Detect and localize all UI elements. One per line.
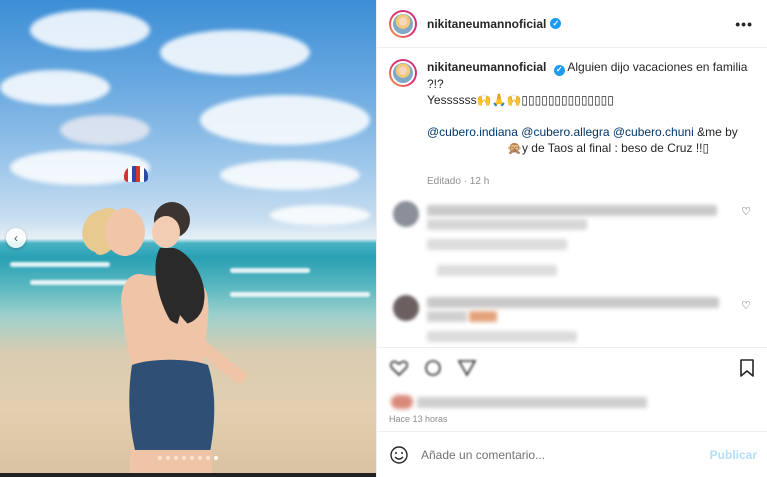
comment-item: ♡ [389,294,753,348]
bookmark-icon[interactable] [739,359,755,377]
cloud [220,160,360,190]
author-username[interactable]: nikitaneumannoficial [427,17,546,31]
mention-link[interactable]: @cubero.chuni [613,125,694,139]
blurred-view-replies [437,264,557,276]
comment-bubble-icon[interactable] [423,358,443,378]
verified-badge-icon: ✓ [550,18,562,29]
carousel-dot-active [214,456,218,460]
comment-input[interactable] [421,447,710,462]
caption-line-4: 🙊y de Taos al final : beso de Cruz !!▯ [507,140,710,155]
chevron-left-icon: ‹ [14,231,18,245]
cloud [270,205,370,225]
blurred-comment-meta [427,330,577,342]
blurred-comment-text [427,218,587,230]
blurred-liked-by-text [417,397,647,408]
mention-link[interactable]: @cubero.indiana [427,125,518,139]
author-avatar[interactable] [389,9,417,38]
caption-text: nikitaneumannoficial ✓ Alguien dijo vaca… [427,59,753,156]
cloud [30,10,150,50]
cloud [160,30,310,75]
post-time-ago[interactable]: Hace 13 horas [389,414,755,424]
cloud [60,115,150,145]
more-options-icon[interactable]: ••• [735,16,753,32]
post-photo: ‹ [0,0,376,477]
caption-meta: Editado · 12 h [427,175,490,187]
comments-section: nikitaneumannoficial ✓ Alguien dijo vaca… [377,49,767,347]
carousel-dot [174,456,178,460]
post-header: nikitaneumannoficial ✓ ••• [377,0,767,48]
carousel-dot [206,456,210,460]
liked-by-avatars [391,395,413,409]
post-actions: Hace 13 horas [377,347,767,431]
cloud [0,70,110,105]
commenter-avatar[interactable] [393,294,419,321]
like-heart-icon[interactable] [389,358,409,378]
share-send-icon[interactable] [457,358,477,378]
carousel-dot [182,456,186,460]
caption-line-3-tail: &me by [697,124,738,139]
comment-composer: Publicar [377,431,767,477]
blurred-emoji [469,310,497,322]
carousel-dot [190,456,194,460]
commenter-avatar[interactable] [393,200,419,227]
comment-item: ♡ [389,200,753,281]
emoji-smiley-icon[interactable] [389,445,409,465]
photo-bottom-edge [0,473,376,477]
blurred-comment-text [427,310,467,322]
caption-line-2: Yessssss🙌🙏🙌▯▯▯▯▯▯▯▯▯▯▯▯▯▯ [427,92,614,107]
carousel-dot [198,456,202,460]
heart-icon[interactable]: ♡ [741,299,751,312]
mother-and-baby-figure [82,202,248,477]
carousel-dots [158,456,218,460]
blurred-comment-text [427,296,719,308]
blurred-comment-meta [427,238,567,250]
heart-icon[interactable]: ♡ [741,205,751,218]
parasail-kite [124,166,148,182]
caption-username[interactable]: nikitaneumannoficial [427,60,546,74]
verified-badge-icon: ✓ [553,64,565,76]
caption: nikitaneumannoficial ✓ Alguien dijo vaca… [389,59,753,156]
carousel-prev-button[interactable]: ‹ [6,228,26,248]
caption-avatar[interactable] [389,59,417,87]
blurred-comment-text [427,204,717,216]
carousel-dot [166,456,170,460]
carousel-dot [158,456,162,460]
cloud [200,95,370,145]
liked-by [389,392,755,410]
mention-link[interactable]: @cubero.allegra [521,125,609,139]
publish-button[interactable]: Publicar [710,448,757,462]
post-details-pane: nikitaneumannoficial ✓ ••• nikitaneumann… [376,0,767,477]
